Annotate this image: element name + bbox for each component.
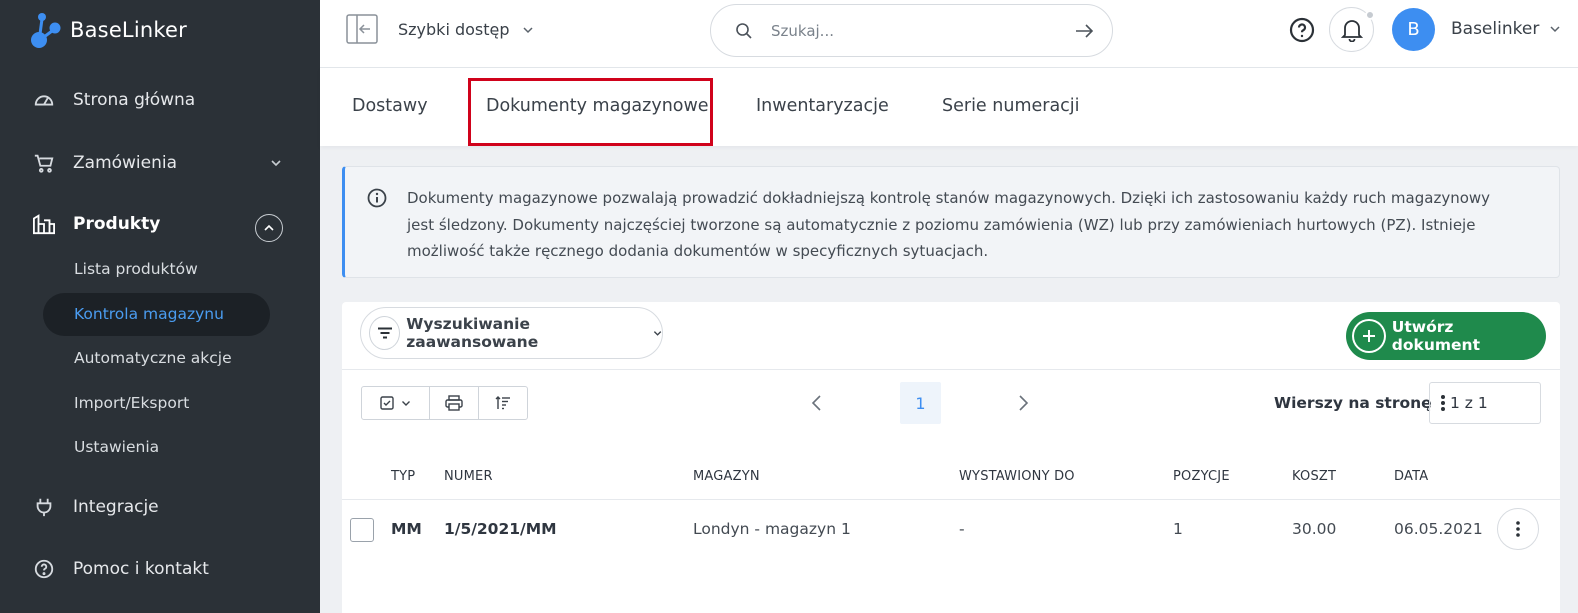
sort-button[interactable] (479, 387, 527, 419)
checkbox-checked-icon (380, 396, 394, 410)
warehouse-icon (32, 212, 56, 236)
quick-access-label: Szybki dostęp (398, 20, 510, 39)
cell-date: 06.05.2021 (1394, 520, 1483, 538)
column-header-warehouse[interactable]: MAGAZYN (693, 469, 760, 484)
chevron-down-icon (1550, 26, 1560, 33)
cell-issued-to: - (959, 520, 965, 538)
column-header-number[interactable]: NUMER (444, 469, 493, 484)
tab-bar: Dostawy Dokumenty magazynowe Inwentaryza… (320, 68, 1578, 146)
create-document-button[interactable]: Utwórz dokument (1346, 312, 1546, 360)
baselinker-logo-icon (31, 13, 61, 48)
advanced-search-button[interactable]: Wyszukiwanie zaawansowane (360, 307, 663, 359)
table-tools (361, 386, 528, 420)
tab-highlight-box (468, 78, 713, 146)
select-dropdown-button[interactable] (362, 387, 430, 419)
sidebar-item-integrations[interactable]: Integracje (32, 495, 159, 519)
sidebar-item-label: Integracje (73, 497, 159, 517)
sidebar-subitem-settings[interactable]: Ustawienia (74, 438, 159, 456)
row-checkbox[interactable] (350, 518, 374, 542)
search-input[interactable] (771, 19, 1051, 43)
user-name-label: Baselinker (1451, 19, 1540, 39)
sidebar-subitem-stock-control[interactable]: Kontrola magazynu (74, 305, 224, 323)
kebab-icon (1441, 395, 1445, 411)
bell-icon (1340, 19, 1363, 42)
chevron-left-icon (811, 395, 821, 411)
sidebar-item-home[interactable]: Strona główna (32, 88, 195, 112)
collapse-products-button[interactable] (255, 214, 283, 242)
sidebar-toggle-button[interactable] (346, 14, 378, 44)
sidebar-subitem-product-list[interactable]: Lista produktów (74, 260, 198, 278)
search-icon (736, 23, 752, 39)
chevron-down-icon (653, 331, 662, 336)
help-icon (32, 557, 56, 581)
chevron-up-icon (264, 224, 274, 231)
filter-icon (369, 316, 401, 350)
sidebar-item-orders[interactable]: Zamówienia (32, 151, 282, 175)
cell-type: MM (391, 520, 422, 538)
next-page-button[interactable] (1016, 394, 1030, 416)
rows-per-page-value: 1 z 1 (1450, 394, 1488, 412)
info-box: Dokumenty magazynowe pozwalają prowadzić… (342, 166, 1560, 278)
collapse-panel-icon (346, 14, 378, 44)
chevron-down-icon (271, 160, 281, 167)
cell-positions: 1 (1173, 520, 1183, 538)
plus-icon (1352, 319, 1386, 353)
tab-numbering-series[interactable]: Serie numeracji (942, 96, 1080, 116)
column-header-issued-to[interactable]: WYSTAWIONY DO (959, 469, 1075, 484)
top-bar: Szybki dostęp B Baselinker (320, 0, 1578, 68)
column-header-cost[interactable]: KOSZT (1292, 469, 1336, 484)
sidebar-subitem-import-export[interactable]: Import/Eksport (74, 394, 189, 412)
app-logo[interactable]: BaseLinker (30, 10, 187, 50)
documents-card: Wyszukiwanie zaawansowane Utwórz dokumen… (342, 302, 1560, 613)
sidebar-item-label: Zamówienia (73, 153, 178, 173)
cell-number[interactable]: 1/5/2021/MM (444, 520, 557, 538)
app-name: BaseLinker (70, 18, 187, 42)
sort-icon (495, 396, 510, 410)
sidebar-subitem-automatic-actions[interactable]: Automatyczne akcje (74, 349, 232, 367)
column-header-type[interactable]: TYP (391, 469, 415, 484)
sidebar-item-help[interactable]: Pomoc i kontakt (32, 557, 209, 581)
user-menu[interactable]: Baselinker (1451, 19, 1561, 39)
rows-per-page-select[interactable]: 1 z 1 (1429, 382, 1541, 424)
chevron-down-icon (402, 401, 410, 406)
print-button[interactable] (430, 387, 479, 419)
question-circle-icon (1289, 17, 1315, 43)
cell-cost: 30.00 (1292, 520, 1337, 538)
sidebar: BaseLinker Strona główna Zamówienia Prod… (0, 0, 320, 613)
dashboard-icon (32, 88, 56, 112)
plug-icon (32, 495, 56, 519)
column-header-positions[interactable]: POZYCJE (1173, 469, 1230, 484)
current-page[interactable]: 1 (900, 382, 941, 424)
prev-page-button[interactable] (810, 394, 824, 416)
avatar[interactable]: B (1392, 8, 1435, 51)
cell-warehouse: Londyn - magazyn 1 (693, 520, 851, 538)
advanced-search-label: Wyszukiwanie zaawansowane (406, 315, 539, 351)
sidebar-item-label: Produkty (73, 214, 161, 234)
notification-dot (1365, 10, 1375, 20)
column-header-date[interactable]: DATA (1394, 469, 1428, 484)
sidebar-item-label: Strona główna (73, 90, 196, 110)
notifications-button[interactable] (1329, 7, 1375, 52)
kebab-icon (1516, 521, 1520, 537)
printer-icon (445, 395, 463, 411)
info-icon (367, 188, 387, 208)
arrow-right-icon[interactable] (1075, 22, 1095, 40)
tab-inventories[interactable]: Inwentaryzacje (756, 96, 889, 116)
info-text: Dokumenty magazynowe pozwalają prowadzić… (407, 189, 1491, 260)
divider (342, 369, 1560, 370)
sidebar-item-products[interactable]: Produkty (32, 212, 160, 236)
quick-access-dropdown[interactable]: Szybki dostęp (398, 20, 534, 39)
chevron-right-icon (1019, 395, 1029, 411)
cart-icon (32, 151, 56, 175)
help-button[interactable] (1289, 17, 1315, 47)
tab-deliveries[interactable]: Dostawy (352, 96, 428, 116)
global-search (710, 4, 1113, 57)
chevron-down-icon (523, 26, 533, 33)
row-actions-button[interactable] (1497, 508, 1539, 550)
rows-per-page-label: Wierszy na stronę (1274, 394, 1432, 412)
divider (342, 499, 1560, 500)
create-document-label: Utwórz dokument (1391, 318, 1480, 354)
sidebar-item-label: Pomoc i kontakt (73, 559, 209, 579)
